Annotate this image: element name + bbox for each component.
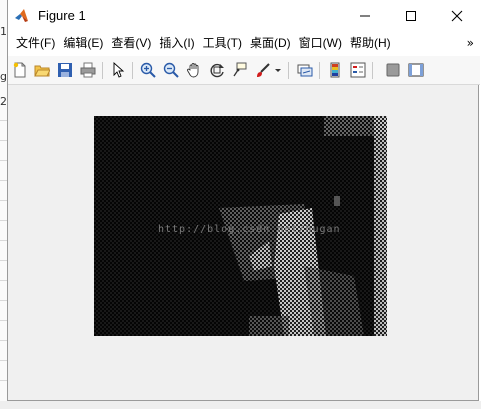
matlab-logo-icon — [14, 8, 30, 24]
minimize-icon — [360, 15, 370, 16]
menu-bar: 文件(F) 编辑(E) 查看(V) 插入(I) 工具(T) 桌面(D) 窗口(W… — [8, 31, 480, 56]
hide-plot-tools-icon[interactable] — [384, 61, 402, 79]
toolbar-separator — [132, 62, 133, 79]
toolbar-separator — [372, 62, 373, 79]
menu-help[interactable]: 帮助(H) — [346, 31, 395, 56]
menu-edit[interactable]: 编辑(E) — [59, 31, 107, 56]
link-plot-icon[interactable] — [296, 61, 314, 79]
close-button[interactable] — [434, 0, 480, 31]
colorbar-icon[interactable] — [326, 61, 344, 79]
menu-view[interactable]: 查看(V) — [107, 31, 155, 56]
show-plot-tools-icon[interactable] — [407, 61, 425, 79]
brush-dropdown-chevron-down-icon[interactable] — [273, 61, 283, 79]
image-watermark-text: http://blog.csdn.net/hugan — [158, 224, 341, 235]
menu-tools[interactable]: 工具(T) — [199, 31, 246, 56]
print-icon[interactable] — [79, 61, 97, 79]
select-pointer-icon[interactable] — [109, 61, 127, 79]
zoom-in-icon[interactable] — [139, 61, 157, 79]
toolbar-separator — [102, 62, 103, 79]
toolbar-separator — [288, 62, 289, 79]
figure-image[interactable]: http://blog.csdn.net/hugan — [94, 116, 387, 336]
brush-icon[interactable] — [254, 61, 272, 79]
figure-toolbar — [8, 56, 480, 85]
legend-icon[interactable] — [349, 61, 367, 79]
zoom-out-icon[interactable] — [162, 61, 180, 79]
save-icon[interactable] — [56, 61, 74, 79]
background-app-bottom — [0, 401, 481, 409]
pan-hand-icon[interactable] — [185, 61, 203, 79]
menu-insert[interactable]: 插入(I) — [155, 31, 198, 56]
rotate-3d-icon[interactable] — [208, 61, 226, 79]
maximize-button[interactable] — [388, 0, 434, 31]
menu-desktop[interactable]: 桌面(D) — [246, 31, 295, 56]
open-file-icon[interactable] — [33, 61, 51, 79]
window-title: Figure 1 — [38, 8, 86, 23]
title-bar[interactable]: Figure 1 — [8, 0, 480, 31]
data-cursor-icon[interactable] — [231, 61, 249, 79]
figure-window: Figure 1 文件(F) 编辑(E) 查看(V) 插入(I) 工具(T) 桌… — [7, 0, 480, 401]
menu-file[interactable]: 文件(F) — [12, 31, 59, 56]
menu-window[interactable]: 窗口(W) — [295, 31, 346, 56]
menu-overflow-chevron-icon[interactable]: » — [467, 31, 474, 56]
new-figure-icon[interactable] — [11, 61, 29, 79]
window-controls — [342, 0, 480, 31]
minimize-button[interactable] — [342, 0, 388, 31]
close-icon — [451, 10, 463, 21]
toolbar-separator — [319, 62, 320, 79]
maximize-icon — [406, 10, 416, 21]
